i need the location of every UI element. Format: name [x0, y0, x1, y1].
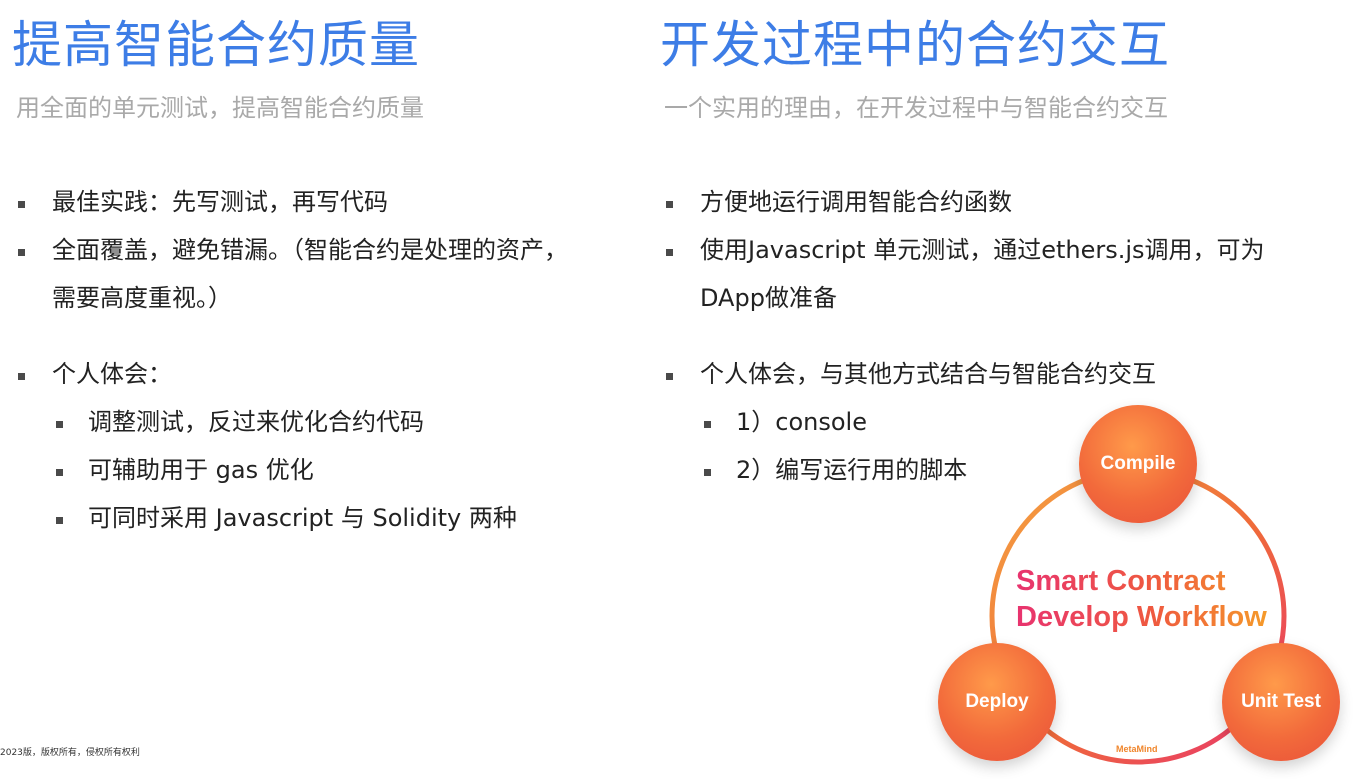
right-bullet-2-continued: DApp做准备 — [700, 284, 837, 312]
workflow-title-line-2: Develop Workflow — [1016, 601, 1267, 633]
left-bullet-1: 最佳实践：先写测试，再写代码 — [52, 188, 388, 216]
bullet-marker — [666, 373, 673, 380]
sub-bullet-marker — [704, 469, 711, 476]
left-bullet-2-continued: 需要高度重视。） — [52, 284, 232, 312]
sub-bullet-marker — [56, 421, 63, 428]
right-bullet-2: 使用Javascript 单元测试，通过ethers.js调用，可为 — [700, 236, 1265, 264]
workflow-title: Smart Contract Develop Workflow — [1016, 563, 1267, 635]
left-bullet-2: 全面覆盖，避免错漏。（智能合约是处理的资产， — [52, 236, 568, 264]
node-deploy: Deploy — [938, 643, 1056, 761]
sub-bullet-marker — [704, 421, 711, 428]
workflow-brand-logo: MetaMind — [1116, 744, 1158, 754]
sub-bullet-marker — [56, 469, 63, 476]
right-bullet-1: 方便地运行调用智能合约函数 — [700, 188, 1012, 216]
workflow-title-line-1: Smart Contract — [1016, 565, 1226, 597]
left-subtitle: 用全面的单元测试，提高智能合约质量 — [16, 94, 424, 122]
copyright-footer: 2023版，版权所有，侵权所有权利 — [0, 748, 140, 758]
left-title: 提高智能合约质量 — [12, 16, 420, 74]
left-sub-bullet-2: 可辅助用于 gas 优化 — [88, 456, 314, 484]
left-sub-bullet-1: 调整测试，反过来优化合约代码 — [88, 408, 424, 436]
left-sub-bullet-3: 可同时采用 Javascript 与 Solidity 两种 — [88, 504, 517, 532]
right-sub-bullet-1: 1）console — [736, 408, 867, 436]
bullet-marker — [666, 201, 673, 208]
bullet-marker — [666, 249, 673, 256]
right-bullet-3: 个人体会，与其他方式结合与智能合约交互 — [700, 360, 1156, 388]
bullet-marker — [18, 373, 25, 380]
left-bullet-3: 个人体会： — [52, 360, 172, 388]
right-title: 开发过程中的合约交互 — [660, 16, 1170, 74]
node-compile: Compile — [1079, 405, 1197, 523]
bullet-marker — [18, 249, 25, 256]
sub-bullet-marker — [56, 517, 63, 524]
workflow-diagram: Compile Deploy Unit Test Smart Contract … — [930, 400, 1350, 775]
right-subtitle: 一个实用的理由，在开发过程中与智能合约交互 — [664, 94, 1168, 122]
bullet-marker — [18, 201, 25, 208]
node-unit-test: Unit Test — [1222, 643, 1340, 761]
